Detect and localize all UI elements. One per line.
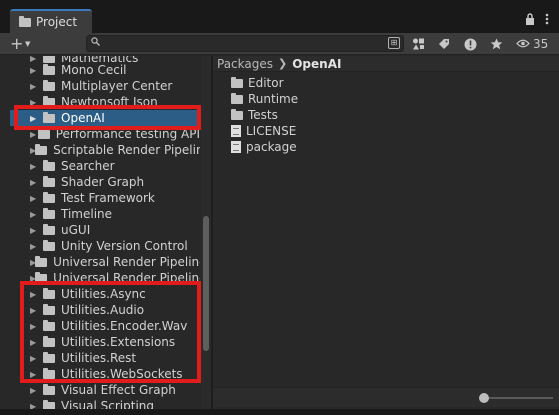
hidden-packages-toggle[interactable]: 35 bbox=[516, 37, 548, 51]
expand-arrow-icon[interactable]: ▶ bbox=[10, 178, 44, 187]
folder-icon bbox=[43, 63, 55, 75]
folder-icon bbox=[43, 223, 55, 235]
dropdown-arrow-icon: ▼ bbox=[25, 40, 31, 48]
tree-scrollbar[interactable] bbox=[201, 56, 211, 411]
highlight-box-openai bbox=[14, 105, 201, 130]
expand-arrow-icon[interactable]: ▶ bbox=[10, 194, 44, 203]
list-item-tests[interactable]: Tests bbox=[231, 107, 278, 123]
icon-size-slider[interactable] bbox=[479, 393, 553, 403]
folder-icon bbox=[37, 127, 50, 139]
tree-item[interactable]: ▶ Multiplayer Center bbox=[10, 78, 200, 94]
folder-icon bbox=[35, 255, 48, 267]
tab-bar: Project bbox=[0, 0, 559, 33]
expand-arrow-icon[interactable]: ▶ bbox=[10, 82, 44, 91]
favorite-star-icon[interactable] bbox=[486, 35, 506, 53]
tree-item[interactable]: ▶ Scriptable Render Pipelin bbox=[10, 142, 200, 158]
folder-icon bbox=[231, 108, 243, 120]
list-item-package[interactable]: package bbox=[231, 139, 297, 155]
list-item-license[interactable]: LICENSE bbox=[231, 123, 296, 139]
tree-item[interactable]: ▶ Shader Graph bbox=[10, 174, 200, 190]
expand-arrow-icon[interactable]: ▶ bbox=[10, 258, 36, 267]
window-bottom-edge bbox=[0, 409, 559, 415]
tree-item[interactable]: ▶ Unity Version Control bbox=[10, 238, 200, 254]
tree-item[interactable]: ▶ uGUI bbox=[10, 222, 200, 238]
breadcrumb-openai[interactable]: OpenAI bbox=[292, 57, 341, 71]
project-toolbar: + ▼ ⊞ 35 bbox=[0, 33, 559, 55]
breadcrumb: Packages ❯ OpenAI bbox=[213, 56, 559, 72]
expand-arrow-icon[interactable]: ▶ bbox=[10, 146, 36, 155]
tree-item[interactable]: ▶ Timeline bbox=[10, 206, 200, 222]
folder-icon bbox=[43, 175, 55, 187]
folder-icon bbox=[43, 207, 55, 219]
folder-icon bbox=[43, 159, 55, 171]
expand-arrow-icon[interactable]: ▶ bbox=[10, 162, 44, 171]
folder-icon bbox=[35, 143, 48, 155]
folder-icon bbox=[43, 79, 55, 91]
kebab-menu-icon[interactable] bbox=[545, 13, 549, 28]
content-pane: Packages ❯ OpenAI Editor Runtime Tests L… bbox=[213, 56, 559, 411]
list-item-editor[interactable]: Editor bbox=[231, 75, 284, 91]
folder-icon bbox=[231, 92, 243, 104]
slider-handle[interactable] bbox=[479, 393, 489, 403]
search-filter-icon[interactable]: ⊞ bbox=[388, 37, 400, 49]
eye-icon bbox=[516, 37, 530, 51]
lock-icon[interactable] bbox=[525, 13, 535, 28]
folder-icon bbox=[19, 15, 31, 27]
scrollbar-thumb[interactable] bbox=[203, 216, 209, 351]
folder-icon bbox=[43, 383, 55, 395]
tree-item[interactable]: ▶ Visual Effect Graph bbox=[10, 382, 200, 398]
folder-icon bbox=[43, 191, 55, 203]
hidden-count: 35 bbox=[533, 37, 549, 51]
tab-controls bbox=[525, 13, 549, 28]
search-by-label-icon[interactable] bbox=[434, 35, 454, 53]
document-icon bbox=[231, 141, 241, 153]
expand-arrow-icon[interactable]: ▶ bbox=[10, 242, 44, 251]
document-icon bbox=[231, 125, 241, 137]
tab-project[interactable]: Project bbox=[10, 9, 92, 33]
expand-arrow-icon[interactable]: ▶ bbox=[10, 210, 44, 219]
content-footer bbox=[213, 387, 559, 407]
folder-icon bbox=[43, 239, 55, 251]
chevron-right-icon: ❯ bbox=[278, 57, 288, 70]
create-asset-button[interactable]: + ▼ bbox=[10, 35, 36, 53]
tree-item[interactable]: ▶ Universal Render Pipeline bbox=[10, 254, 200, 270]
search-input[interactable] bbox=[103, 36, 383, 51]
list-item-runtime[interactable]: Runtime bbox=[231, 91, 298, 107]
folder-icon bbox=[231, 76, 243, 88]
expand-arrow-icon[interactable]: ▶ bbox=[10, 226, 44, 235]
search-by-type-icon[interactable] bbox=[408, 35, 428, 53]
highlight-box-utilities bbox=[20, 281, 201, 383]
search-icon bbox=[91, 37, 100, 49]
project-window: Project + ▼ ⊞ 35 ▶ Mathematics ▶ Mono Ce… bbox=[0, 0, 559, 415]
tree-item[interactable]: ▶ Mono Cecil bbox=[10, 62, 200, 78]
tab-label: Project bbox=[36, 15, 78, 29]
breadcrumb-packages[interactable]: Packages bbox=[217, 57, 273, 71]
tree-item[interactable]: ▶ Searcher bbox=[10, 158, 200, 174]
expand-arrow-icon[interactable]: ▶ bbox=[10, 66, 44, 75]
important-icon[interactable] bbox=[460, 35, 480, 53]
toolbar-icons: 35 bbox=[408, 35, 548, 53]
expand-arrow-icon[interactable]: ▶ bbox=[10, 386, 44, 395]
search-box: ⊞ bbox=[86, 35, 404, 52]
plus-icon: + bbox=[10, 34, 24, 53]
tree-item[interactable]: ▶ Test Framework bbox=[10, 190, 200, 206]
expand-arrow-icon[interactable]: ▶ bbox=[10, 130, 39, 139]
